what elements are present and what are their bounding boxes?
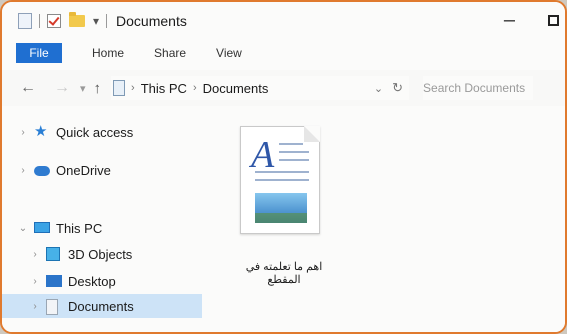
back-arrow-icon[interactable]: ←: [20, 79, 36, 97]
nav-item-documents[interactable]: › Documents: [2, 294, 202, 318]
nav-item-label: 3D Objects: [68, 246, 133, 262]
breadcrumb-chevron-icon[interactable]: ›: [131, 82, 135, 94]
breadcrumb-documents[interactable]: Documents: [203, 81, 269, 96]
nav-item-this-pc[interactable]: ⌄ This PC: [2, 216, 202, 240]
forward-arrow-icon[interactable]: →: [54, 79, 70, 97]
file-list-area: A اهم ما تعلمته في المقطع: [202, 106, 565, 332]
nav-item-desktop[interactable]: › Desktop: [2, 269, 202, 293]
star-icon: ★: [34, 123, 48, 140]
up-arrow-icon[interactable]: ↑: [94, 80, 102, 97]
text-line: [255, 171, 309, 173]
nav-item-quick-access[interactable]: › ★ Quick access: [2, 120, 202, 144]
text-line: [279, 143, 303, 145]
navigation-pane: › ★ Quick access › OneDrive ⌄ This PC › …: [2, 120, 202, 332]
tab-share[interactable]: Share: [154, 46, 186, 60]
refresh-icon[interactable]: ↻: [392, 80, 403, 96]
nav-item-label: Quick access: [56, 124, 134, 140]
chevron-right-icon[interactable]: ›: [28, 249, 42, 260]
title-separator-2: [106, 14, 108, 28]
text-line: [255, 179, 309, 181]
chevron-down-icon[interactable]: ⌄: [16, 223, 30, 234]
tab-file[interactable]: File: [16, 43, 62, 63]
tab-view[interactable]: View: [216, 46, 242, 60]
nav-item-3d-objects[interactable]: › 3D Objects: [2, 242, 202, 266]
recent-locations-icon[interactable]: ▾: [80, 82, 86, 95]
properties-icon[interactable]: [47, 14, 61, 28]
chevron-right-icon[interactable]: ›: [16, 127, 30, 138]
document-icon: A: [240, 126, 320, 234]
monitor-icon: [34, 221, 50, 235]
nav-item-label: Documents: [68, 298, 134, 314]
file-item[interactable]: A اهم ما تعلمته في المقطع: [234, 120, 334, 290]
minimize-button[interactable]: –: [504, 9, 515, 32]
title-bar: ▾ Documents –: [2, 2, 565, 40]
text-line: [279, 159, 309, 161]
this-pc-icon: [113, 80, 126, 96]
chevron-right-icon[interactable]: ›: [28, 276, 42, 287]
documents-icon: [46, 299, 62, 315]
search-placeholder: Search Documents: [423, 81, 526, 95]
maximize-button[interactable]: [548, 15, 559, 26]
breadcrumb-chevron-icon[interactable]: ›: [193, 82, 197, 94]
title-separator: [39, 14, 40, 28]
tab-home[interactable]: Home: [92, 46, 124, 60]
search-box[interactable]: Search Documents: [423, 76, 534, 100]
cube-icon: [46, 247, 62, 261]
window-frame: ▾ Documents – File Home Share View ← → ▾…: [0, 0, 567, 334]
nav-item-onedrive[interactable]: › OneDrive: [2, 158, 202, 182]
customize-quick-access-icon[interactable]: ▾: [93, 14, 99, 28]
chevron-right-icon[interactable]: ›: [16, 165, 30, 176]
text-line: [279, 151, 309, 153]
picture-thumbnail: [255, 193, 307, 223]
ribbon-tabs: File Home Share View: [2, 40, 565, 66]
window-title: Documents: [116, 13, 187, 29]
nav-item-label: Desktop: [68, 273, 116, 289]
address-row: ← → ▾ ↑ › This PC › Documents ⌄ ↻ Search…: [2, 70, 565, 106]
address-bar[interactable]: › This PC › Documents ⌄ ↻: [111, 76, 410, 100]
nav-item-label: OneDrive: [56, 162, 111, 178]
page-fold: [304, 126, 320, 142]
chevron-right-icon[interactable]: ›: [28, 301, 42, 312]
address-dropdown-icon[interactable]: ⌄: [374, 82, 383, 95]
breadcrumb-this-pc[interactable]: This PC: [141, 81, 187, 96]
desktop-icon: [46, 274, 62, 288]
nav-item-label: This PC: [56, 220, 103, 236]
file-name: اهم ما تعلمته في المقطع: [245, 261, 323, 286]
new-folder-icon[interactable]: [69, 12, 85, 27]
cloud-icon: [34, 163, 50, 177]
file-explorer-icon[interactable]: [18, 13, 32, 29]
